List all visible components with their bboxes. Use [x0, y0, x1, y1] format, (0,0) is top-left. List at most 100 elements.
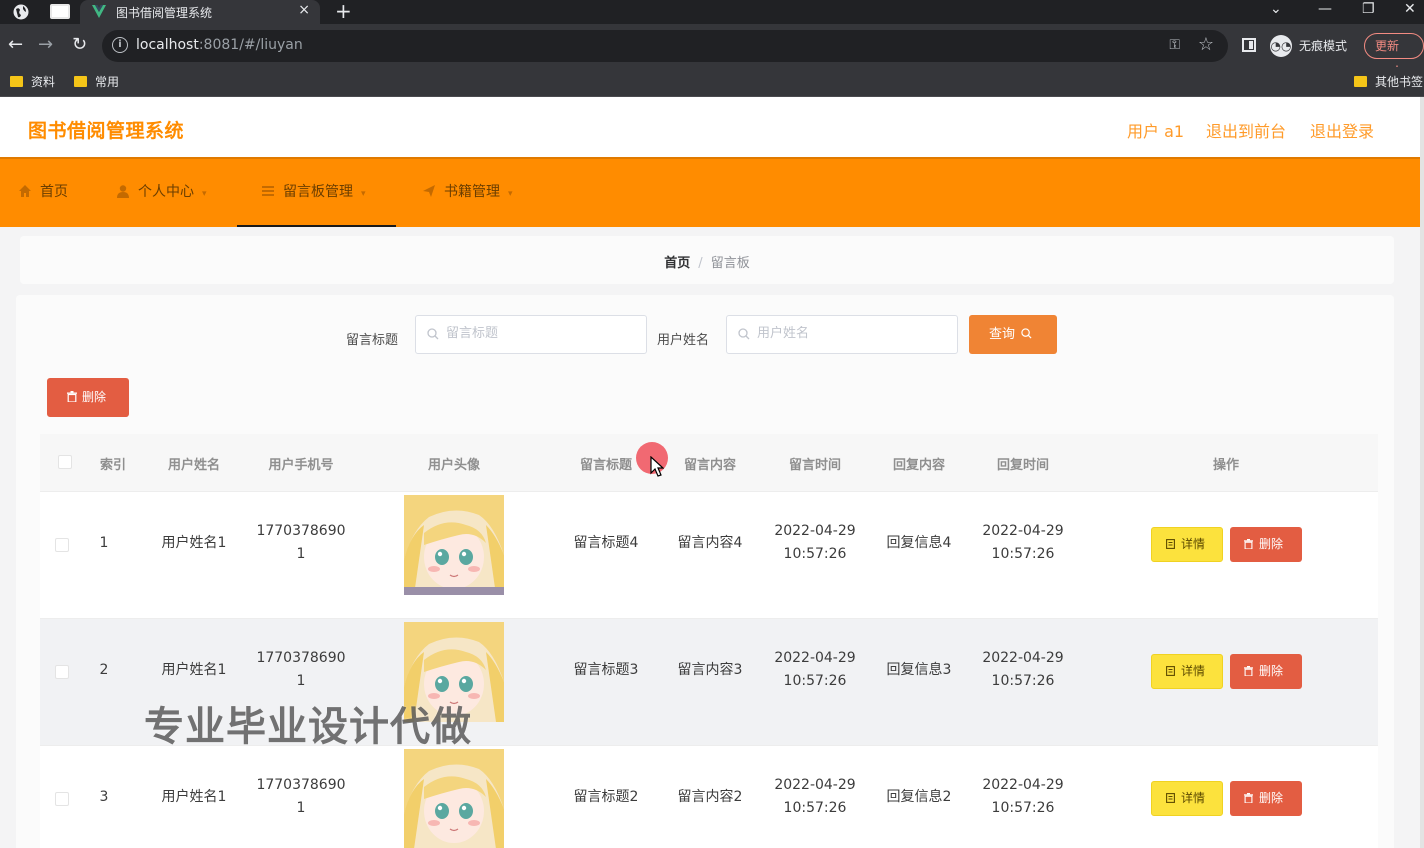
row-time: 2022-04-29 10:57:26: [774, 777, 856, 816]
site-header: 图书借阅管理系统 用户 a1 退出到前台 退出登录: [0, 97, 1420, 157]
row-time: 2022-04-29 10:57:26: [774, 650, 856, 689]
column-header-reply: 回复内容: [892, 458, 945, 473]
row-reply-time: 2022-04-29 10:57:26: [982, 650, 1064, 689]
search-title-input[interactable]: [446, 326, 636, 341]
column-header-content: 留言内容: [683, 458, 736, 473]
select-all-checkbox[interactable]: [58, 455, 72, 469]
column-header-avatar: 用户头像: [427, 458, 480, 473]
menu-item-home[interactable]: 首页: [18, 159, 88, 227]
close-window-icon[interactable]: ✕: [1404, 0, 1416, 18]
site-title: 图书借阅管理系统: [28, 120, 185, 142]
browser-tab-strip: 图书借阅管理系统 × + ⌄ — ❐ ✕: [0, 0, 1424, 24]
active-tab[interactable]: 图书借阅管理系统 ×: [80, 0, 320, 24]
delete-button[interactable]: 删除: [1230, 527, 1302, 562]
minimize-icon[interactable]: —: [1318, 0, 1332, 18]
row-title: 留言标题2: [573, 789, 639, 805]
delete-button[interactable]: 删除: [1230, 781, 1302, 816]
row-phone: 1770378690 1: [256, 650, 346, 689]
page-scrollbar[interactable]: [1420, 97, 1424, 848]
column-header-reply-time: 回复时间: [996, 458, 1049, 473]
row-index: 1: [99, 535, 109, 551]
exit-to-frontend-link[interactable]: 退出到前台: [1206, 118, 1286, 142]
trash-icon: [1244, 666, 1253, 676]
chevron-down-icon: ▾: [361, 189, 366, 199]
side-panel-icon[interactable]: [1242, 38, 1256, 52]
menu-item-personal-center[interactable]: 个人中心 ▾: [116, 159, 236, 227]
tab-search-icon[interactable]: ⌄: [1270, 0, 1282, 18]
tab-close-icon[interactable]: ×: [298, 2, 310, 18]
row-checkbox[interactable]: [55, 792, 69, 806]
forward-icon[interactable]: →: [38, 34, 53, 56]
row-title: 留言标题4: [573, 535, 639, 551]
document-icon: [1166, 539, 1175, 549]
key-icon[interactable]: ⚿: [1169, 37, 1180, 53]
detail-button[interactable]: 详情: [1151, 781, 1223, 816]
trash-icon: [67, 391, 77, 402]
avatar: [404, 749, 504, 848]
new-tab-button[interactable]: +: [335, 0, 352, 22]
anime-avatar-image: [404, 495, 504, 595]
address-bar[interactable]: i localhost:8081/#/liuyan ⚿ ☆: [102, 30, 1228, 62]
bulk-delete-button[interactable]: 删除: [47, 378, 129, 417]
bulk-delete-label: 删除: [82, 390, 107, 404]
detail-button[interactable]: 详情: [1151, 527, 1223, 562]
restore-icon[interactable]: ❐: [1362, 0, 1375, 18]
row-content: 留言内容2: [677, 789, 743, 805]
row-user-name: 用户姓名1: [161, 535, 227, 551]
reload-icon[interactable]: ↻: [72, 34, 87, 56]
column-header-index: 索引: [99, 458, 126, 473]
url-text[interactable]: localhost:8081/#/liuyan: [136, 37, 303, 53]
row-title: 留言标题3: [573, 662, 639, 678]
folder-icon: [1354, 76, 1367, 87]
back-icon[interactable]: ←: [8, 34, 23, 56]
row-reply: 回复信息4: [886, 535, 952, 551]
column-header-title: 留言标题: [579, 458, 632, 473]
row-index: 3: [99, 789, 109, 805]
document-icon: [1166, 793, 1175, 803]
globe-icon: [13, 4, 29, 20]
delete-button[interactable]: 删除: [1230, 654, 1302, 689]
query-button[interactable]: 查询: [969, 315, 1057, 354]
site-info-icon[interactable]: i: [112, 37, 128, 53]
search-title-field[interactable]: [415, 315, 647, 354]
message-table: 索引 用户姓名 用户手机号 用户头像 留言标题 留言内容 留言时间 回复内容 回…: [40, 434, 1378, 848]
detail-button[interactable]: 详情: [1151, 654, 1223, 689]
search-icon: [1021, 328, 1032, 339]
user-icon: [117, 185, 129, 198]
send-icon: [423, 185, 435, 197]
trash-icon: [1244, 793, 1253, 803]
main-menu: 首页 个人中心 ▾ 留言板管理 ▾ 书籍管理 ▾: [0, 157, 1420, 227]
home-icon: [19, 185, 31, 197]
row-reply: 回复信息3: [886, 662, 952, 678]
update-button[interactable]: 更新⋮: [1364, 33, 1424, 77]
search-name-label: 用户姓名: [657, 333, 710, 348]
bookmark-folder-ziliao[interactable]: 资料: [10, 73, 55, 91]
row-checkbox[interactable]: [55, 665, 69, 679]
breadcrumb-home[interactable]: 首页: [664, 256, 690, 271]
bookmark-folder-changyong[interactable]: 常用: [74, 73, 119, 91]
row-phone: 1770378690 1: [256, 523, 346, 562]
tab-title: 图书借阅管理系统: [116, 6, 213, 20]
menu-item-message-board[interactable]: 留言板管理 ▾: [237, 159, 396, 227]
search-name-input[interactable]: [757, 326, 947, 341]
search-name-field[interactable]: [726, 315, 958, 354]
breadcrumb-current: 留言板: [710, 256, 750, 271]
incognito-icon[interactable]: ◔◔: [1270, 35, 1292, 57]
mouse-cursor-icon: [650, 456, 664, 477]
row-checkbox[interactable]: [55, 538, 69, 552]
row-content: 留言内容4: [677, 535, 743, 551]
menu-item-book-management[interactable]: 书籍管理 ▾: [422, 159, 532, 227]
search-icon: [738, 328, 750, 340]
search-icon: [427, 328, 439, 340]
row-user-name: 用户姓名1: [161, 789, 227, 805]
vue-logo-icon: [92, 5, 106, 18]
inactive-tab[interactable]: [50, 4, 70, 19]
bookmark-folder-other[interactable]: 其他书签: [1354, 73, 1423, 91]
anime-avatar-image: [404, 749, 504, 848]
incognito-label: 无痕模式: [1299, 39, 1348, 53]
current-user-link[interactable]: 用户 a1: [1127, 118, 1184, 142]
logout-link[interactable]: 退出登录: [1310, 118, 1374, 142]
bookmark-star-icon[interactable]: ☆: [1198, 34, 1214, 55]
folder-icon: [10, 76, 23, 87]
breadcrumb-card: 首页 / 留言板: [20, 236, 1394, 284]
